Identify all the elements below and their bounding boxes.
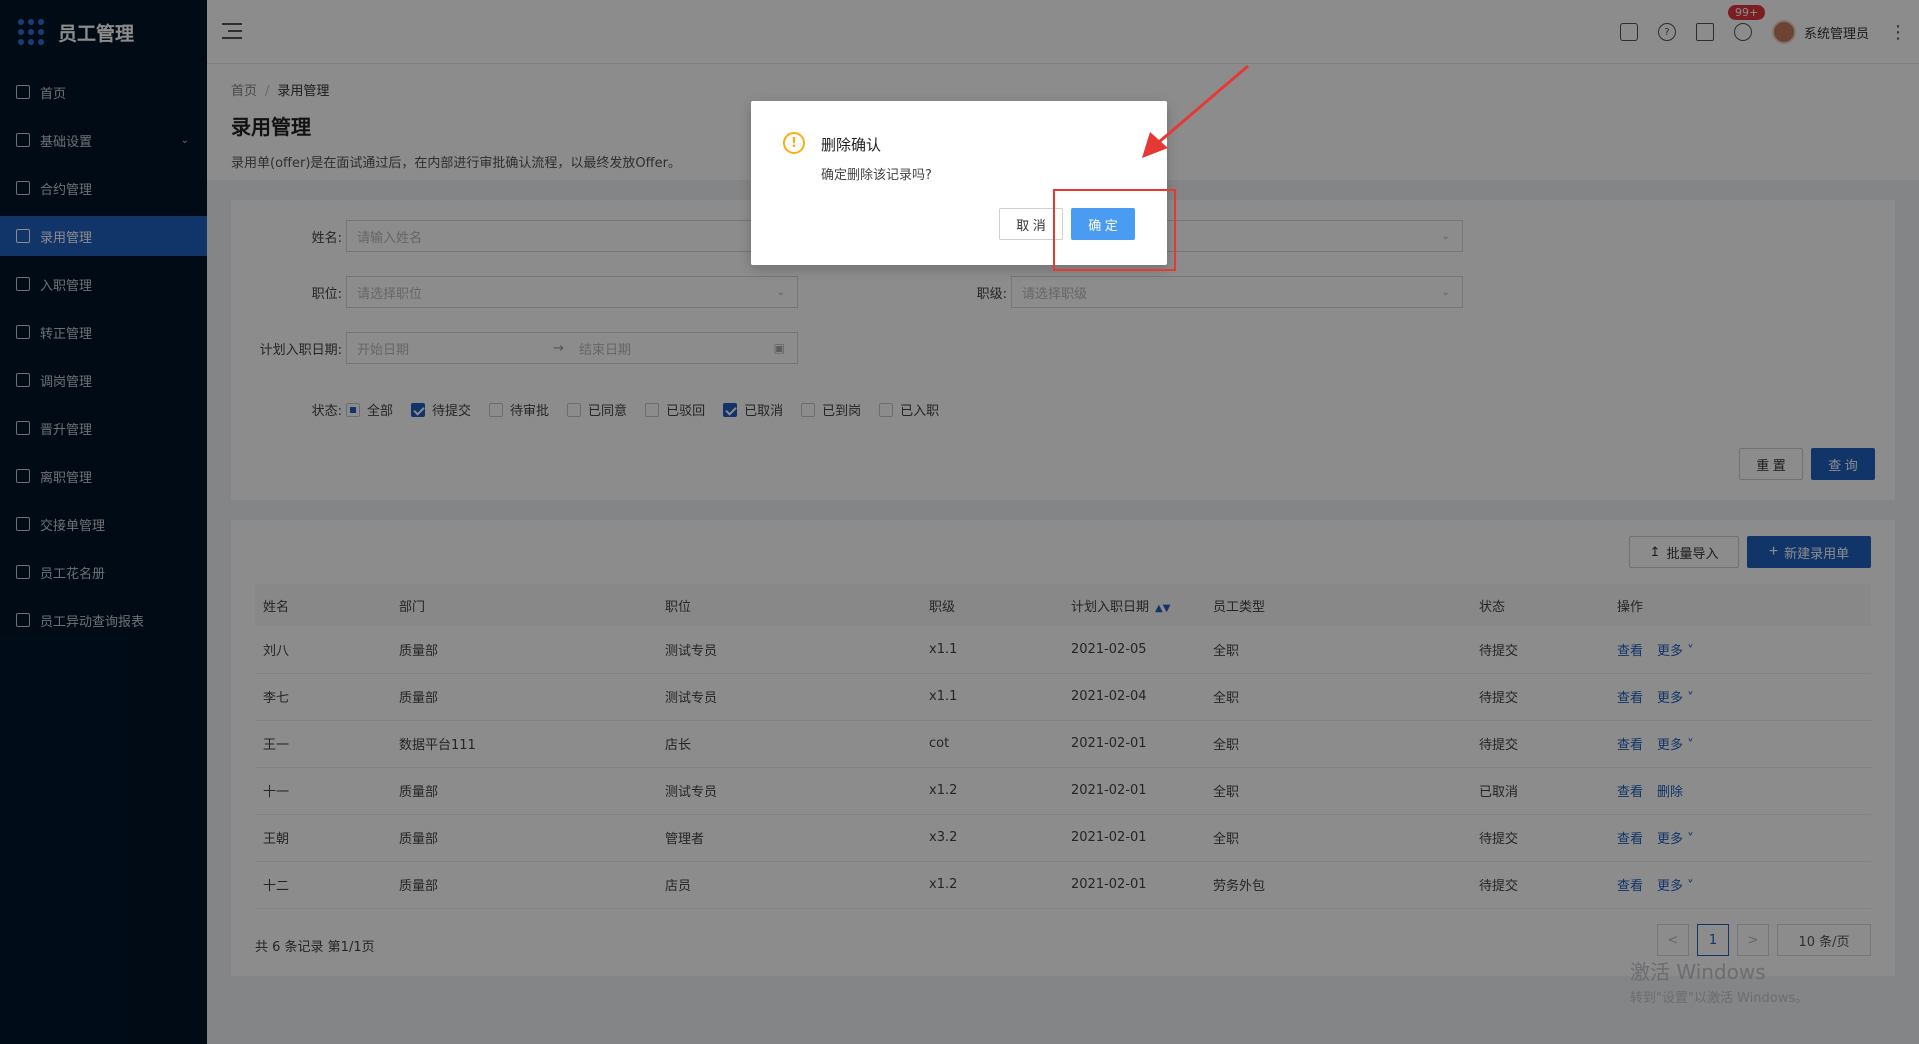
warning-icon: ! <box>783 132 805 154</box>
annotation-highlight-box <box>1053 189 1176 271</box>
modal-content: 确定删除该记录吗? <box>821 168 932 183</box>
modal-title: 删除确认 <box>821 136 882 154</box>
annotation-arrow <box>1142 64 1249 158</box>
